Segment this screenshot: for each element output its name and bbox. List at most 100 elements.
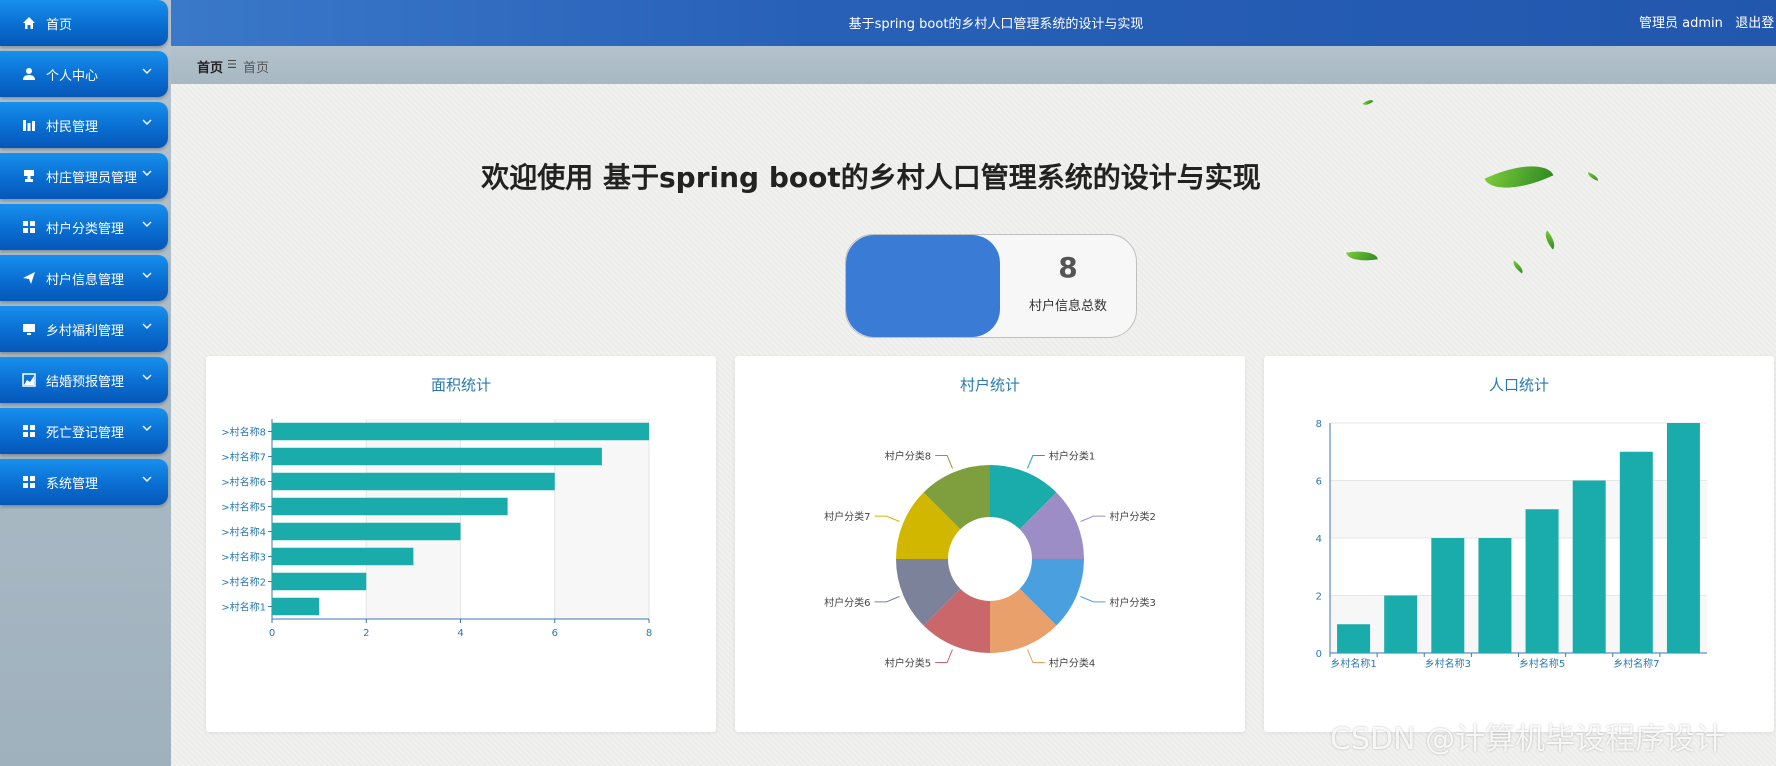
sidebar-item-label: 村庄管理员管理 — [46, 170, 138, 186]
user-label: 管理员 admin — [1639, 16, 1723, 31]
population-chart-card: 人口统计 0 2 4 6 8 乡村名称1 乡村名称3 乡村名称5 乡村名称7 — [1264, 356, 1774, 732]
sidebar-item-label: 首页 — [46, 17, 73, 33]
leaf-decoration — [1346, 247, 1378, 265]
household-chart-card: 村户统计 村户分类1 村户分类2 村户分类3 村户分类4 村户分类5 村户分类6 村户分类7… — [735, 356, 1245, 732]
bar — [1431, 538, 1465, 653]
sidebar-item-label: 村户分类管理 — [46, 221, 125, 237]
chevron-down-icon — [142, 167, 152, 182]
area-chart-icon — [20, 373, 38, 387]
sidebar-item-9[interactable]: 死亡登记管理 — [0, 408, 168, 454]
slice-label: 村户分类2 — [1109, 510, 1155, 523]
bar — [272, 597, 320, 616]
sidebar-item-label: 村民管理 — [46, 119, 99, 135]
sidebar: 首页个人中心村民管理村庄管理员管理 村户分类管理 村户信息管理 乡村福利管理 结婚预报管… — [0, 0, 171, 766]
stat-value: 8 — [1058, 251, 1078, 284]
x-tick-label: 8 — [646, 628, 652, 639]
sidebar-item-4[interactable]: 村庄管理员管理 — [0, 153, 168, 199]
x-tick-label: 乡村名称1 — [1330, 657, 1376, 670]
y-tick-label: >村名称5 — [221, 501, 266, 514]
chevron-down-icon — [142, 320, 152, 335]
label-line — [1027, 455, 1045, 469]
x-tick-label: 4 — [457, 628, 463, 639]
sidebar-item-3[interactable]: 村民管理 — [0, 102, 168, 148]
sidebar-item-7[interactable]: 乡村福利管理 — [0, 306, 168, 352]
chevron-down-icon — [142, 371, 152, 386]
chevron-down-icon — [142, 116, 152, 131]
slice-label: 村户分类1 — [1049, 450, 1095, 463]
y-tick-label: 2 — [1316, 592, 1322, 603]
bar — [1525, 509, 1559, 653]
bar — [272, 547, 414, 566]
stat-color-block — [846, 235, 1000, 337]
sidebar-item-label: 乡村福利管理 — [46, 323, 125, 339]
sidebar-item-5[interactable]: 村户分类管理 — [0, 204, 168, 250]
x-tick-label: 乡村名称5 — [1519, 657, 1565, 670]
slice-label: 村户分类5 — [885, 656, 931, 669]
leaf-decoration — [1586, 172, 1600, 181]
sidebar-item-2[interactable]: 个人中心 — [0, 51, 168, 97]
welcome-heading: 欢迎使用 基于spring boot的乡村人口管理系统的设计与实现 — [481, 161, 1261, 194]
watermark: CSDN @计算机毕设程序设计 — [1330, 722, 1726, 757]
y-tick-label: 8 — [1316, 419, 1322, 430]
y-tick-label: 0 — [1316, 649, 1322, 660]
breadcrumb-home[interactable]: 首页 — [197, 57, 223, 76]
leaf-decoration — [1541, 230, 1559, 250]
monitor-icon — [20, 322, 38, 336]
label-line — [1080, 515, 1106, 522]
user-icon — [20, 67, 38, 81]
logout-link[interactable]: 退出登 — [1735, 16, 1774, 31]
x-tick-label: 乡村名称3 — [1425, 657, 1471, 670]
sidebar-item-label: 结婚预报管理 — [46, 374, 125, 390]
y-tick-label: 4 — [1316, 534, 1322, 545]
sidebar-item-1[interactable]: 首页 — [0, 0, 168, 46]
label-line — [1027, 649, 1045, 663]
label-line — [874, 596, 900, 603]
y-tick-label: >村名称6 — [221, 476, 266, 489]
sidebar-item-8[interactable]: 结婚预报管理 — [0, 357, 168, 403]
bar — [272, 422, 649, 441]
bar — [1572, 480, 1606, 653]
main-content: 欢迎使用 基于spring boot的乡村人口管理系统的设计与实现 8 村户信息… — [171, 84, 1776, 766]
y-tick-label: >村名称1 — [221, 601, 266, 614]
sidebar-item-10[interactable]: 系统管理 — [0, 459, 168, 505]
leaf-decoration — [1510, 260, 1526, 274]
y-tick-label: >村名称4 — [221, 526, 266, 539]
grid-icon — [20, 475, 38, 489]
bar — [272, 497, 508, 516]
home-icon — [20, 16, 38, 30]
y-tick-label: >村名称2 — [221, 576, 266, 589]
user-area: 管理员 admin 退出登 — [1639, 12, 1774, 31]
slice-label: 村户分类4 — [1049, 656, 1095, 669]
sidebar-item-6[interactable]: 村户信息管理 — [0, 255, 168, 301]
breadcrumb-separator-icon: ☰ — [227, 58, 237, 71]
x-tick-label: 6 — [552, 628, 558, 639]
chevron-down-icon — [142, 473, 152, 488]
bar — [1666, 423, 1700, 653]
stamp-icon — [20, 169, 38, 183]
x-tick-label: 2 — [363, 628, 369, 639]
bar — [272, 472, 555, 491]
breadcrumb-current: 首页 — [243, 61, 270, 76]
app-title: 基于spring boot的乡村人口管理系统的设计与实现 — [848, 17, 1144, 32]
x-tick-label: 乡村名称7 — [1613, 657, 1659, 670]
chevron-down-icon — [142, 65, 152, 80]
x-tick-label: 0 — [269, 628, 275, 639]
sidebar-item-label: 系统管理 — [46, 476, 99, 492]
y-tick-label: >村名称7 — [221, 451, 266, 464]
label-line — [935, 455, 953, 469]
send-icon — [20, 271, 38, 285]
grid-icon — [20, 424, 38, 438]
bar — [272, 572, 367, 591]
bar — [272, 522, 461, 541]
label-line — [1080, 596, 1106, 603]
y-tick-label: 6 — [1316, 477, 1322, 488]
y-tick-label: >村名称8 — [221, 426, 266, 439]
sidebar-item-label: 村户信息管理 — [46, 272, 125, 288]
bar — [1619, 451, 1653, 653]
area-bar-chart: 0 2 4 6 8 >村名称1 >村名称2 >村名称3 >村名称4 >村名称5 >村名称6 >村名称7… — [221, 419, 652, 639]
slice-label: 村户分类8 — [885, 450, 931, 463]
slice-label: 村户分类3 — [1109, 596, 1155, 609]
slice-label: 村户分类6 — [824, 596, 870, 609]
y-tick-label: >村名称3 — [221, 551, 266, 564]
sidebar-item-label: 死亡登记管理 — [46, 425, 125, 441]
